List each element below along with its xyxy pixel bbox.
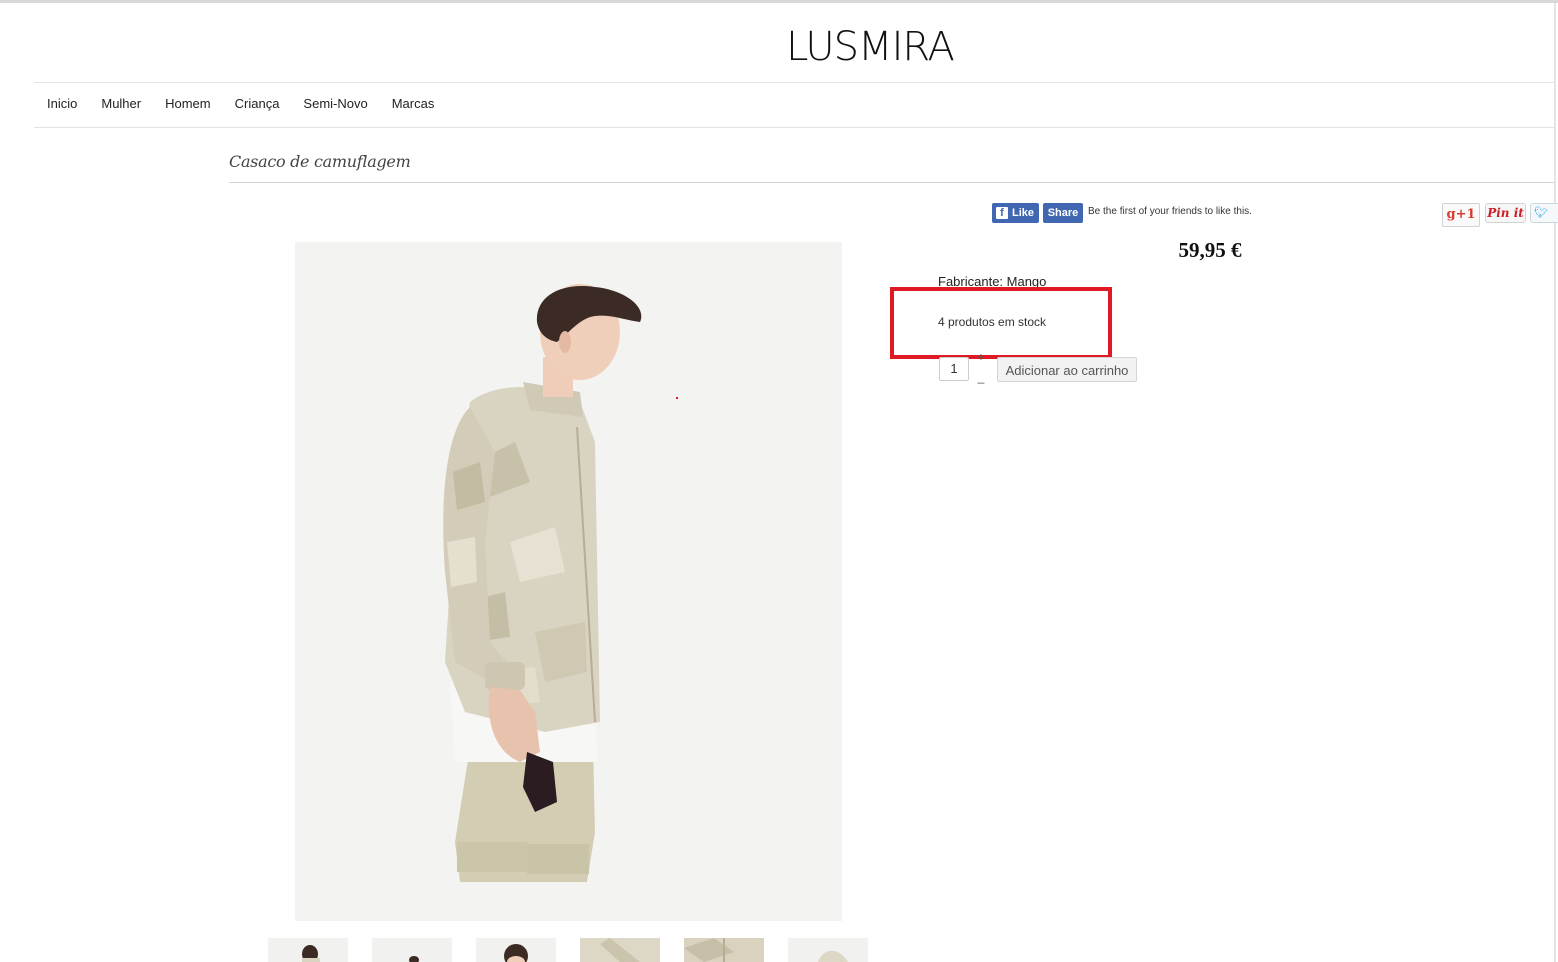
thumbnail-image xyxy=(302,945,320,962)
nav-divider xyxy=(34,127,1554,128)
site-logo[interactable]: LUSMIRA xyxy=(760,22,980,72)
nav-item-homem[interactable]: Homem xyxy=(153,90,223,118)
product-title: Casaco de camuflagem xyxy=(229,152,411,171)
nav-item-inicio[interactable]: Inicio xyxy=(34,90,89,118)
red-marker-dot xyxy=(676,397,678,399)
highlight-annotation-box xyxy=(890,287,1112,359)
quantity-decrease-button[interactable]: _ xyxy=(975,370,987,384)
nav-item-crianca[interactable]: Criança xyxy=(223,90,292,118)
facebook-like-label: Like xyxy=(1012,207,1035,219)
product-price: 59,95 € xyxy=(1178,238,1242,262)
facebook-icon: f xyxy=(996,207,1008,219)
header-divider xyxy=(34,82,1554,83)
quantity-increase-button[interactable]: + xyxy=(975,350,987,364)
main-nav: Inicio Mulher Homem Criança Semi-Novo Ma… xyxy=(34,90,446,118)
nav-item-marcas[interactable]: Marcas xyxy=(380,90,447,118)
facebook-like-button[interactable]: f Like xyxy=(992,203,1039,223)
camo-patch xyxy=(447,537,477,587)
thumbnail-image xyxy=(684,938,764,962)
thumbnail-image xyxy=(818,950,848,962)
jacket-cuff xyxy=(485,662,525,690)
product-thumbnail[interactable] xyxy=(268,938,348,962)
twitter-icon: 🐦︎ xyxy=(1534,207,1548,219)
shorts-cuff-right xyxy=(527,844,589,874)
scrollbar-edge[interactable] xyxy=(1554,3,1556,962)
thumbnail-image xyxy=(504,944,528,962)
facebook-like-note: Be the first of your friends to like thi… xyxy=(1088,206,1252,217)
pinterest-button[interactable]: Pin it xyxy=(1485,203,1526,223)
product-main-image[interactable] xyxy=(295,242,842,921)
shorts-cuff-left xyxy=(457,842,527,872)
window-top-edge xyxy=(0,0,1558,3)
product-thumbnail[interactable] xyxy=(580,938,660,962)
model-illustration xyxy=(443,284,642,882)
add-to-cart-button[interactable]: Adicionar ao carrinho xyxy=(997,357,1137,382)
thumbnail-image xyxy=(409,956,419,962)
quantity-input[interactable] xyxy=(939,357,969,381)
product-thumbnail[interactable] xyxy=(372,938,452,962)
title-divider xyxy=(229,182,1554,183)
nav-item-semi-novo[interactable]: Semi-Novo xyxy=(291,90,379,118)
ear-shape xyxy=(559,331,571,353)
product-thumbnail[interactable] xyxy=(476,938,556,962)
facebook-share-button[interactable]: Share xyxy=(1043,203,1083,223)
thumbnail-image xyxy=(580,938,660,962)
tweet-button[interactable]: 🐦︎Tw xyxy=(1530,203,1558,223)
product-thumbnail[interactable] xyxy=(684,938,764,962)
page: LUSMIRA Inicio Mulher Homem Criança Semi… xyxy=(0,0,1558,962)
nav-item-mulher[interactable]: Mulher xyxy=(89,90,153,118)
product-thumbnail[interactable] xyxy=(788,938,868,962)
google-plus-button[interactable]: g+1 xyxy=(1442,203,1480,227)
